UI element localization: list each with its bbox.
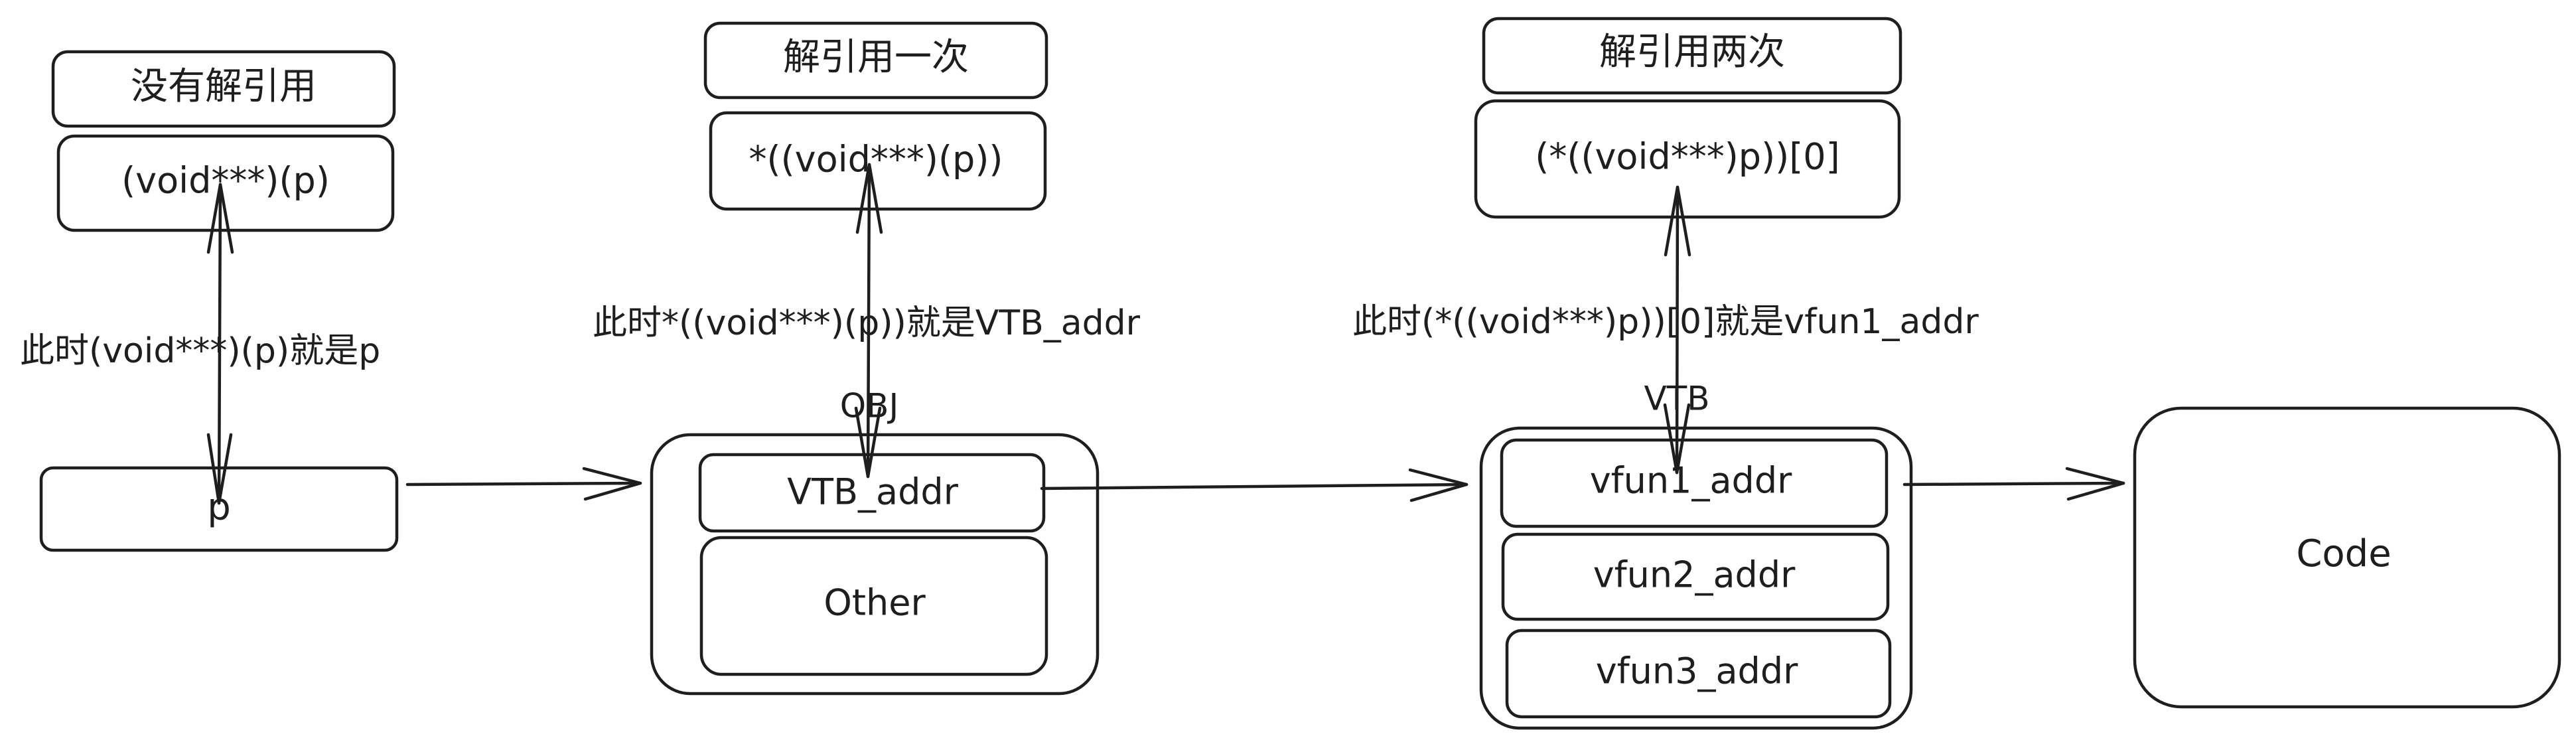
vfun1-addr-label: vfun1_addr bbox=[1590, 460, 1792, 502]
deref-twice-column: 解引用两次 (*((void***)p))[0] 此时(*((void***)p… bbox=[1352, 17, 1979, 730]
deref-once-column: 解引用一次 *((void***)(p)) 此时*((void***)(p))就… bbox=[593, 21, 1141, 696]
p-to-obj-arrow bbox=[405, 481, 642, 486]
cast-p-expression: (void***)(p) bbox=[121, 160, 330, 202]
vfun1-to-code-arrow bbox=[1902, 481, 2125, 486]
no-deref-header: 没有解引用 bbox=[131, 65, 317, 108]
cast-to-p-connector bbox=[217, 183, 222, 505]
pointer-dereference-diagram: 没有解引用 (void***)(p) 此时(void***)(p)就是p p 解… bbox=[20, 17, 2561, 730]
deref-twice-annotation: 此时(*((void***)p))[0]就是vfun1_addr bbox=[1352, 302, 1979, 342]
deref-once-header: 解引用一次 bbox=[783, 36, 969, 79]
deref-once-expression: *((void***)(p)) bbox=[749, 139, 1003, 181]
other-label: Other bbox=[823, 582, 926, 624]
code-column: Code bbox=[2133, 406, 2561, 709]
deref-twice-header: 解引用两次 bbox=[1599, 31, 1785, 74]
cast-is-p-annotation: 此时(void***)(p)就是p bbox=[20, 331, 380, 371]
vfun3-addr-label: vfun3_addr bbox=[1596, 650, 1798, 692]
vtb-addr-to-vtb-arrow bbox=[1040, 483, 1468, 490]
code-label: Code bbox=[2296, 532, 2391, 575]
deref-once-connector bbox=[866, 163, 871, 479]
deref-once-annotation: 此时*((void***)(p))就是VTB_addr bbox=[593, 303, 1141, 343]
vfun2-addr-label: vfun2_addr bbox=[1593, 554, 1796, 596]
deref-twice-connector bbox=[1675, 185, 1680, 475]
vtb-addr-label: VTB_addr bbox=[787, 471, 959, 513]
no-deref-column: 没有解引用 (void***)(p) 此时(void***)(p)就是p p bbox=[20, 50, 399, 552]
deref-twice-expression: (*((void***)p))[0] bbox=[1535, 136, 1839, 178]
